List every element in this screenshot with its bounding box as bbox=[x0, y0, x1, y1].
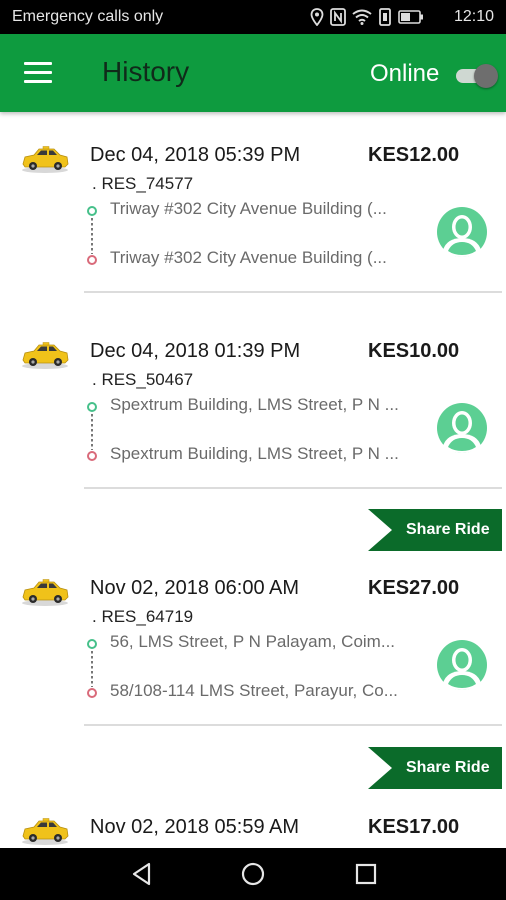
ride-item[interactable]: Dec 04, 2018 01:39 PM KES10.00 . RES_504… bbox=[0, 340, 506, 500]
driver-avatar-icon[interactable] bbox=[437, 207, 487, 257]
route-connector bbox=[91, 218, 93, 254]
ride-reference: . RES_50467 bbox=[92, 370, 194, 389]
carrier-text: Emergency calls only bbox=[12, 8, 164, 25]
ride-item[interactable]: Nov 02, 2018 05:59 AM KES17.00 bbox=[0, 816, 506, 848]
share-ride-button[interactable]: Share Ride bbox=[368, 747, 502, 789]
route-connector bbox=[91, 414, 93, 450]
drop-dot-icon bbox=[87, 688, 97, 698]
taxi-icon bbox=[22, 579, 69, 606]
ride-fare: KES17.00 bbox=[368, 816, 460, 838]
driver-avatar-icon[interactable] bbox=[437, 403, 487, 453]
location-icon bbox=[310, 8, 324, 26]
back-icon[interactable] bbox=[128, 860, 156, 888]
drop-dot-icon bbox=[87, 451, 97, 461]
taxi-icon bbox=[22, 818, 69, 845]
ride-item[interactable]: Dec 04, 2018 05:39 PM KES12.00 . RES_745… bbox=[0, 144, 506, 304]
ride-reference: . RES_74577 bbox=[92, 174, 194, 193]
battery-icon bbox=[398, 10, 423, 24]
divider bbox=[84, 724, 502, 726]
divider bbox=[84, 291, 502, 293]
drop-dot-icon bbox=[87, 255, 97, 265]
share-ride-button[interactable]: Share Ride bbox=[368, 509, 502, 551]
route-connector bbox=[91, 651, 93, 687]
drop-address: 58/108-114 LMS Street, Parayur, Co... bbox=[110, 681, 398, 700]
taxi-icon bbox=[22, 146, 69, 173]
system-icons bbox=[310, 7, 424, 27]
menu-icon[interactable] bbox=[24, 62, 52, 84]
wifi-icon bbox=[352, 9, 372, 25]
ride-item[interactable]: Nov 02, 2018 06:00 AM KES27.00 . RES_647… bbox=[0, 577, 506, 737]
ride-history-list[interactable]: Dec 04, 2018 05:39 PM KES12.00 . RES_745… bbox=[0, 112, 506, 848]
home-icon[interactable] bbox=[239, 860, 267, 888]
drop-address: Spextrum Building, LMS Street, P N ... bbox=[110, 444, 399, 463]
ride-date: Nov 02, 2018 05:59 AM bbox=[90, 816, 300, 838]
ride-date: Dec 04, 2018 05:39 PM bbox=[90, 144, 301, 166]
app-bar: History Online bbox=[0, 34, 506, 112]
clock: 12:10 bbox=[453, 8, 494, 25]
toggle-thumb bbox=[474, 64, 498, 88]
system-nav-bar bbox=[0, 848, 506, 900]
ride-fare: KES10.00 bbox=[368, 340, 460, 362]
taxi-icon bbox=[22, 342, 69, 369]
recents-icon[interactable] bbox=[352, 860, 380, 888]
online-label: Online bbox=[370, 60, 440, 87]
drop-address: Triway #302 City Avenue Building (... bbox=[110, 248, 387, 267]
pickup-address: Spextrum Building, LMS Street, P N ... bbox=[110, 395, 399, 414]
pickup-address: 56, LMS Street, P N Palayam, Coim... bbox=[110, 632, 396, 651]
ride-date: Nov 02, 2018 06:00 AM bbox=[90, 577, 300, 599]
page-title: History bbox=[102, 56, 190, 87]
driver-avatar-icon[interactable] bbox=[437, 640, 487, 690]
online-toggle[interactable] bbox=[456, 64, 502, 88]
ride-date: Dec 04, 2018 01:39 PM bbox=[90, 340, 301, 362]
ride-fare: KES27.00 bbox=[368, 577, 460, 599]
pickup-dot-icon bbox=[87, 402, 97, 412]
vibrate-icon bbox=[379, 8, 391, 26]
divider bbox=[84, 487, 502, 489]
share-ride-label: Share Ride bbox=[406, 759, 490, 776]
nfc-icon bbox=[330, 8, 346, 26]
ride-reference: . RES_64719 bbox=[92, 607, 194, 626]
share-ride-label: Share Ride bbox=[406, 521, 490, 538]
pickup-address: Triway #302 City Avenue Building (... bbox=[110, 199, 387, 218]
status-bar: Emergency calls only 12:10 bbox=[0, 0, 506, 34]
pickup-dot-icon bbox=[87, 206, 97, 216]
ride-fare: KES12.00 bbox=[368, 144, 460, 166]
pickup-dot-icon bbox=[87, 639, 97, 649]
